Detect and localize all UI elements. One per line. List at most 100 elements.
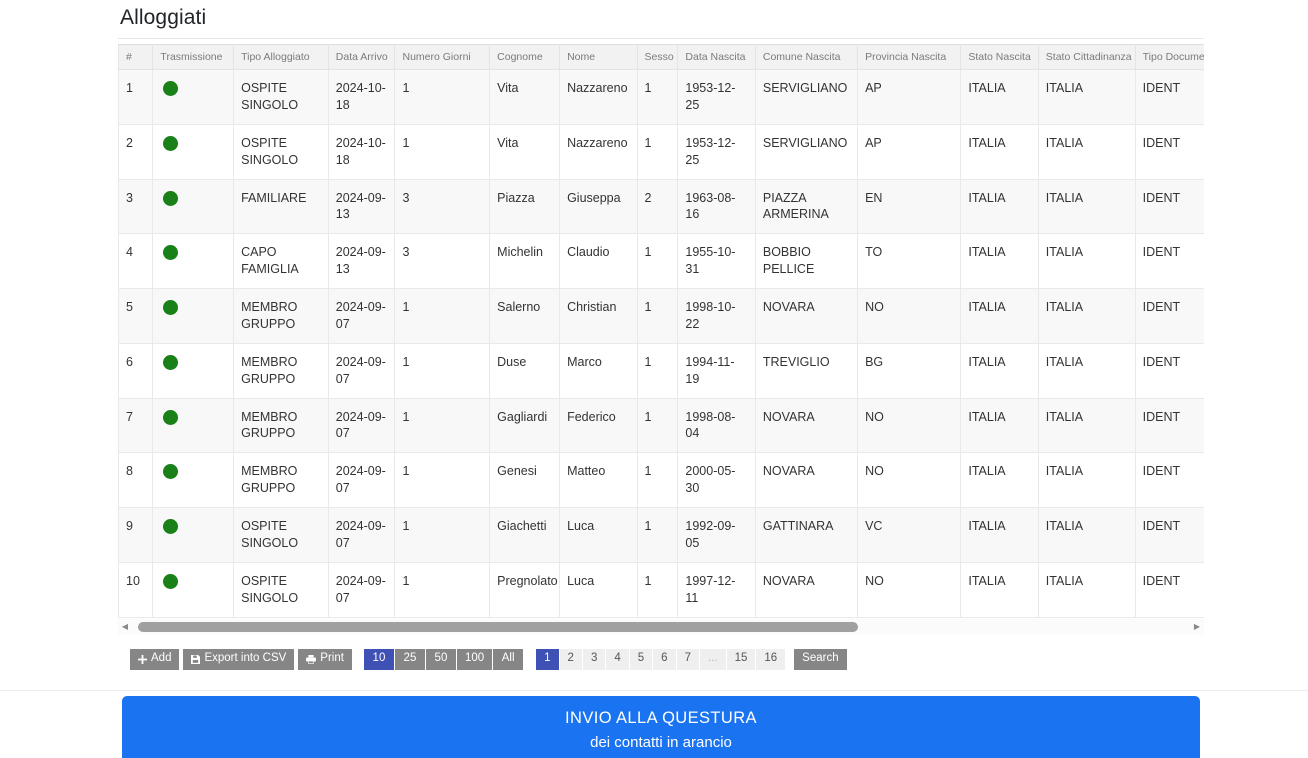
pagination-page-16[interactable]: 16 xyxy=(756,648,786,670)
cell-stato-cittadinanza: ITALIA xyxy=(1037,178,1136,235)
pagination-page-6[interactable]: 6 xyxy=(653,648,676,670)
cell-nome: Claudio xyxy=(559,233,638,289)
col-header-nome[interactable]: Nome xyxy=(559,44,638,70)
cell-sesso: 1 xyxy=(636,342,679,399)
table-row[interactable]: 8 MEMBRO GRUPPO 2024-09-07 1 Genesi Matteo 1 20… xyxy=(118,452,1204,508)
cell-tipo-alloggiato: MEMBRO GRUPPO xyxy=(233,288,329,344)
page-size-50[interactable]: 50 xyxy=(425,648,456,670)
col-header-stato-nascita[interactable]: Stato Nascita xyxy=(960,44,1039,70)
cell-comune-nascita: GATTINARA xyxy=(754,507,859,563)
cell-comune-nascita: SERVIGLIANO xyxy=(754,123,859,180)
cell-index: 3 xyxy=(118,178,154,235)
pagination-ellipsis: ... xyxy=(699,648,726,670)
page-size-all[interactable]: All xyxy=(493,648,524,670)
table-row[interactable]: 4 CAPO FAMIGLIA 2024-09-13 3 Michelin Claudio… xyxy=(118,233,1204,289)
cell-stato-nascita: ITALIA xyxy=(960,507,1039,563)
cell-stato-cittadinanza: ITALIA xyxy=(1037,452,1136,508)
add-button[interactable]: Add xyxy=(130,648,180,670)
cell-numero-giorni: 1 xyxy=(394,69,491,125)
cell-trasmissione xyxy=(152,288,235,344)
col-header-cognome[interactable]: Cognome xyxy=(489,44,561,70)
pagination-group: 1 2 3 4 5 6 7... 15 16 xyxy=(536,648,786,670)
cell-trasmissione xyxy=(152,561,235,618)
cell-numero-giorni: 1 xyxy=(394,123,491,180)
cell-sesso: 1 xyxy=(636,561,679,618)
cell-cognome: Gagliardi xyxy=(489,397,561,454)
col-header-data-nascita[interactable]: Data Nascita xyxy=(677,44,756,70)
cell-data-arrivo: 2024-09-07 xyxy=(327,452,396,508)
add-button-label: Add xyxy=(151,652,172,665)
table-row[interactable]: 6 MEMBRO GRUPPO 2024-09-07 1 Duse Marco 1 1994-… xyxy=(118,342,1204,399)
cell-index: 1 xyxy=(118,69,154,125)
pagination-page-15[interactable]: 15 xyxy=(726,648,756,670)
search-button[interactable]: Search xyxy=(794,648,847,670)
col-header-numero-giorni[interactable]: Numero Giorni xyxy=(394,44,491,70)
cell-data-nascita: 1992-09-05 xyxy=(677,507,756,563)
pagination-page-3[interactable]: 3 xyxy=(582,648,606,670)
page-size-25[interactable]: 25 xyxy=(394,648,425,670)
col-header-idx[interactable]: # xyxy=(118,44,154,70)
col-header-stato-cittadinanza[interactable]: Stato Cittadinanza xyxy=(1037,44,1136,70)
pagination-page-4[interactable]: 4 xyxy=(606,648,629,670)
table-scroll-container[interactable]: # Trasmissione Tipo Alloggiato Data Arri… xyxy=(118,44,1204,618)
col-header-data-arrivo[interactable]: Data Arrivo xyxy=(327,44,396,70)
green-circle-icon xyxy=(163,409,179,425)
scroll-right-arrow-icon[interactable]: ▶ xyxy=(1190,619,1204,635)
col-header-provincia-nascita[interactable]: Provincia Nascita xyxy=(857,44,962,70)
scroll-left-arrow-icon[interactable]: ◀ xyxy=(118,619,132,635)
print-button[interactable]: Print xyxy=(298,648,352,670)
table-row[interactable]: 5 MEMBRO GRUPPO 2024-09-07 1 Salerno Christia… xyxy=(118,288,1204,344)
pagination-page-2[interactable]: 2 xyxy=(559,648,582,670)
cell-tipo-documento: IDENT xyxy=(1134,233,1204,289)
table-row[interactable]: 3 FAMILIARE 2024-09-13 3 Piazza Giuseppa 2 1963… xyxy=(118,178,1204,235)
col-header-comune-nascita[interactable]: Comune Nascita xyxy=(754,44,859,70)
cell-data-nascita: 1997-12-11 xyxy=(677,561,756,618)
page-title: Alloggiati xyxy=(120,6,207,29)
table-row[interactable]: 10 OSPITE SINGOLO 2024-09-07 1 Pregnolato Luc… xyxy=(118,561,1204,618)
action-buttons: INVIO ALLA QUESTURA dei contatti in aran… xyxy=(118,695,1204,758)
table-row[interactable]: 7 MEMBRO GRUPPO 2024-09-07 1 Gagliardi Federi… xyxy=(118,397,1204,454)
cell-stato-nascita: ITALIA xyxy=(960,233,1039,289)
col-header-trasmissione[interactable]: Trasmissione xyxy=(152,44,235,70)
cell-provincia-nascita: NO xyxy=(857,397,962,454)
cell-numero-giorni: 1 xyxy=(394,288,491,344)
cell-tipo-alloggiato: OSPITE SINGOLO xyxy=(233,561,329,618)
col-header-tipo-documento[interactable]: Tipo Documento xyxy=(1134,44,1204,70)
invio-alla-questura-button[interactable]: INVIO ALLA QUESTURA dei contatti in aran… xyxy=(122,695,1200,758)
cell-stato-nascita: ITALIA xyxy=(960,288,1039,344)
cell-cognome: Duse xyxy=(489,342,561,399)
col-header-sesso[interactable]: Sesso xyxy=(636,44,679,70)
horizontal-scrollbar[interactable]: ◀ ▶ xyxy=(118,618,1204,635)
cell-nome: Giuseppa xyxy=(559,178,638,235)
green-circle-icon xyxy=(163,135,179,151)
header-row: # Trasmissione Tipo Alloggiato Data Arri… xyxy=(118,44,1204,70)
cell-trasmissione xyxy=(152,123,235,180)
table-row[interactable]: 2 OSPITE SINGOLO 2024-10-18 1 Vita Nazzareno 1… xyxy=(118,123,1204,180)
export-csv-button[interactable]: Export into CSV xyxy=(183,648,295,670)
cell-stato-cittadinanza: ITALIA xyxy=(1037,507,1136,563)
pagination-page-1[interactable]: 1 xyxy=(536,648,559,670)
cell-provincia-nascita: AP xyxy=(857,69,962,125)
export-csv-button-label: Export into CSV xyxy=(204,652,287,665)
page-size-10[interactable]: 10 xyxy=(363,648,394,670)
cell-data-arrivo: 2024-09-07 xyxy=(327,507,396,563)
cell-index: 9 xyxy=(118,507,154,563)
scrollbar-thumb[interactable] xyxy=(138,621,858,632)
green-circle-icon xyxy=(163,354,179,370)
table-row[interactable]: 1 OSPITE SINGOLO 2024-10-18 1 Vita Nazzareno 1… xyxy=(118,69,1204,125)
cell-nome: Christian xyxy=(559,288,638,344)
cell-stato-nascita: ITALIA xyxy=(960,178,1039,235)
table-row[interactable]: 9 OSPITE SINGOLO 2024-09-07 1 Giachetti Luca 1… xyxy=(118,507,1204,563)
pagination-page-5[interactable]: 5 xyxy=(629,648,653,670)
cell-sesso: 1 xyxy=(636,123,679,180)
col-header-tipo-alloggiato[interactable]: Tipo Alloggiato xyxy=(233,44,329,70)
cell-trasmissione xyxy=(152,342,235,399)
scrollbar-track[interactable] xyxy=(132,618,1190,635)
pagination-page-7[interactable]: 7 xyxy=(676,648,699,670)
cell-tipo-alloggiato: MEMBRO GRUPPO xyxy=(233,452,329,508)
cell-trasmissione xyxy=(152,397,235,454)
cell-cognome: Pregnolato xyxy=(489,561,561,618)
alloggiati-table: # Trasmissione Tipo Alloggiato Data Arri… xyxy=(118,44,1204,618)
cell-sesso: 1 xyxy=(636,507,679,563)
page-size-100[interactable]: 100 xyxy=(456,648,493,670)
